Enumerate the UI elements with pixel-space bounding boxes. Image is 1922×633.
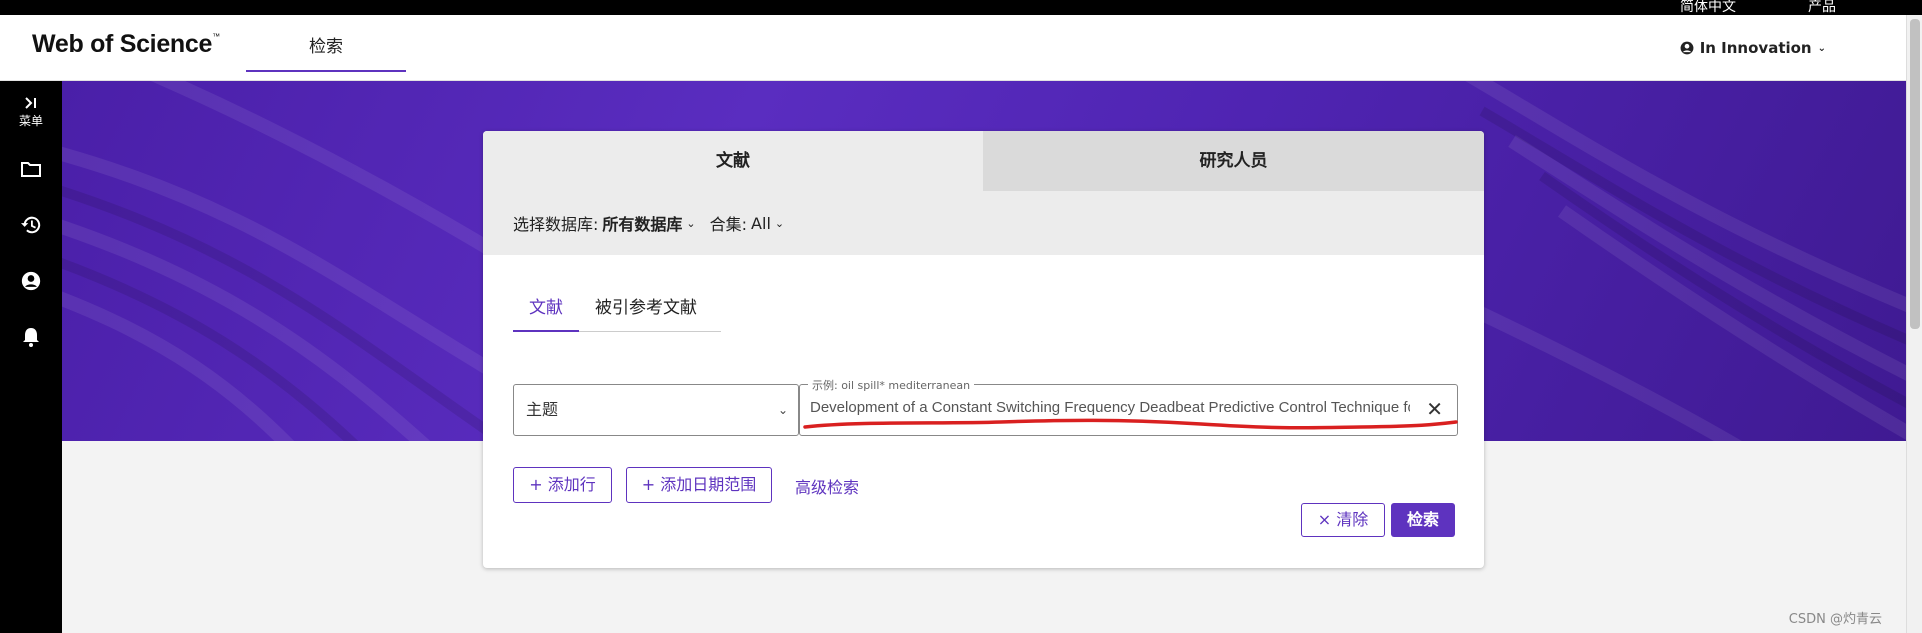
sidebar-item-folder[interactable] [0, 161, 62, 177]
plus-icon: + [641, 475, 661, 494]
add-date-range-label: 添加日期范围 [660, 475, 757, 494]
subtab-cited-references[interactable]: 被引参考文献 [579, 293, 713, 332]
advanced-search-link[interactable]: 高级检索 [795, 474, 859, 498]
page-scrollbar[interactable] [1906, 15, 1922, 633]
query-placeholder-example: 示例: oil spill* mediterranean [808, 377, 975, 393]
clear-button[interactable]: × 清除 [1301, 503, 1385, 537]
nav-tab-search[interactable]: 检索 [246, 15, 406, 72]
bell-icon [23, 328, 39, 347]
folder-icon [21, 162, 41, 177]
account-icon [21, 271, 41, 291]
document-sub-tabs: 文献 被引参考文献 [513, 293, 721, 332]
collection-label: 合集: [709, 215, 748, 234]
tab-researchers[interactable]: 研究人员 [983, 131, 1484, 191]
watermark: CSDN @灼青云 [1788, 612, 1882, 627]
user-icon [1680, 41, 1694, 55]
user-menu-label: In Innovation [1699, 39, 1812, 57]
history-icon [21, 216, 41, 234]
tab-documents[interactable]: 文献 [483, 131, 983, 191]
top-bar: 简体中文 产品 [0, 0, 1922, 15]
sidebar-item-account[interactable] [0, 271, 62, 291]
search-field-value: 主题 [526, 400, 559, 419]
search-field-select[interactable]: 主题 ⌄ [513, 384, 799, 436]
chevron-down-icon: ⌄ [686, 216, 696, 230]
products-link[interactable]: 产品 [1808, 0, 1836, 16]
expand-icon [25, 97, 36, 109]
add-date-range-button[interactable]: + 添加日期范围 [626, 467, 772, 503]
clear-label: 清除 [1336, 510, 1369, 529]
search-button[interactable]: 检索 [1391, 503, 1455, 537]
collection-dropdown[interactable]: All [751, 214, 771, 233]
sidebar-menu-label: 菜单 [18, 114, 43, 128]
close-icon: × [1317, 510, 1337, 529]
chevron-down-icon: ⌄ [777, 403, 788, 417]
search-query-input[interactable]: Development of a Constant Switching Freq… [810, 399, 1410, 416]
add-row-label: 添加行 [547, 475, 596, 494]
chevron-down-icon: ⌄ [774, 216, 785, 230]
sidebar: 菜单 [0, 81, 62, 633]
database-dropdown[interactable]: 所有数据库 [602, 211, 682, 235]
sidebar-item-notifications[interactable] [0, 327, 62, 347]
subtab-documents[interactable]: 文献 [513, 293, 579, 332]
search-type-tabs: 文献 研究人员 [483, 131, 1484, 191]
language-switch[interactable]: 简体中文 [1680, 0, 1736, 16]
scrollbar-thumb[interactable] [1910, 19, 1920, 329]
database-selector-row: 选择数据库: 所有数据库 ⌄ 合集: All ⌄ [483, 191, 1484, 255]
red-underline-annotation [803, 418, 1458, 430]
database-label: 选择数据库: [513, 215, 599, 234]
chevron-down-icon: ⌄ [1817, 42, 1826, 54]
sidebar-item-history[interactable] [0, 215, 62, 235]
plus-icon: + [529, 475, 548, 494]
search-card: 文献 研究人员 选择数据库: 所有数据库 ⌄ 合集: All ⌄ 文献 被引参考… [483, 131, 1484, 568]
sidebar-menu-toggle[interactable]: 菜单 [0, 97, 62, 129]
header: Web of Science™ 检索 In Innovation ⌄ [0, 15, 1906, 81]
logo[interactable]: Web of Science™ [32, 30, 220, 59]
user-menu[interactable]: In Innovation ⌄ [1680, 39, 1826, 57]
add-row-button[interactable]: + 添加行 [513, 467, 612, 503]
